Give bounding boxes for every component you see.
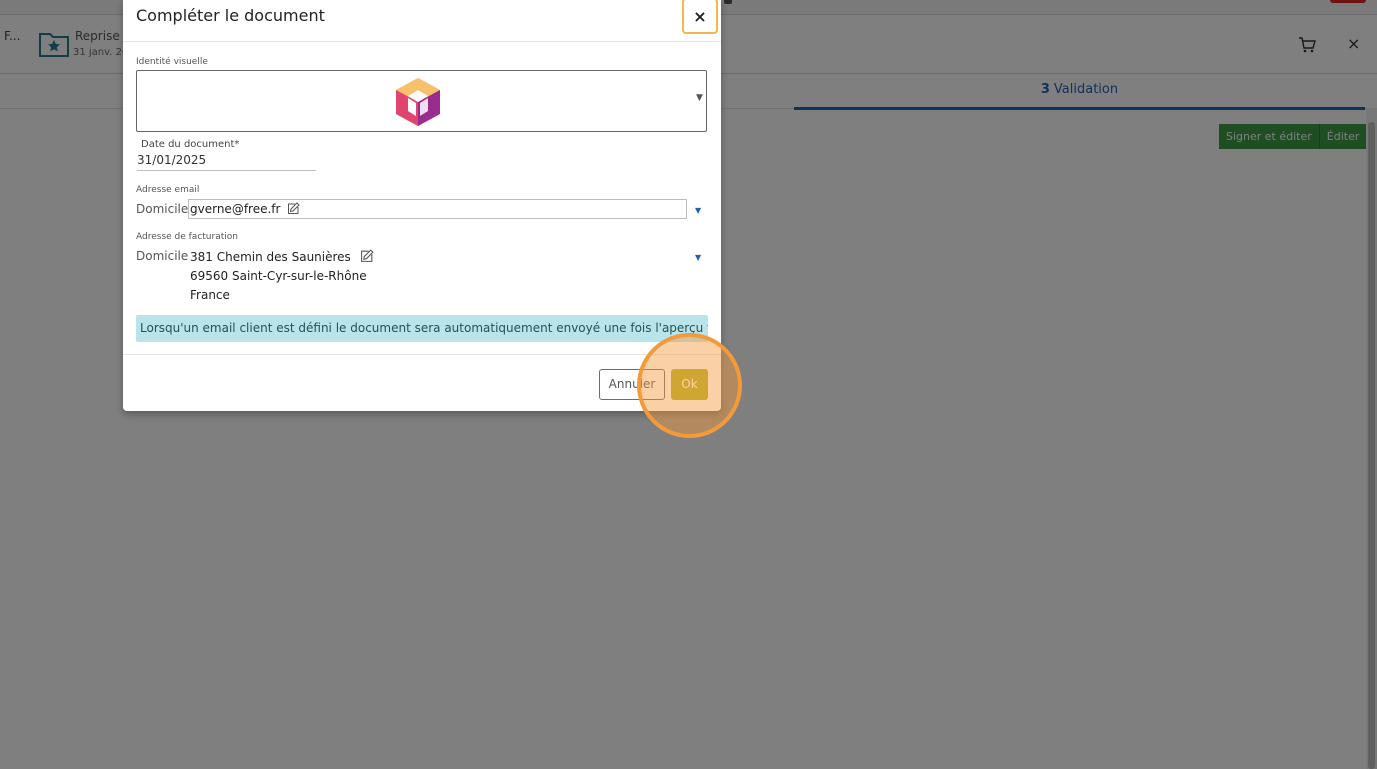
email-field[interactable]: gverne@free.fr bbox=[188, 199, 687, 219]
email-kind: Domicile bbox=[136, 202, 189, 216]
billing-kind: Domicile bbox=[136, 249, 189, 263]
document-date-label: Date du document* bbox=[141, 139, 240, 150]
modal-footer-divider bbox=[123, 354, 721, 355]
visual-identity-select[interactable]: ▼ bbox=[136, 70, 707, 132]
email-value: gverne@free.fr bbox=[190, 202, 281, 216]
edit-icon[interactable] bbox=[287, 202, 300, 215]
info-banner: Lorsqu'un email client est défini le doc… bbox=[136, 315, 708, 342]
email-label: Adresse email bbox=[136, 185, 200, 195]
billing-line-3: France bbox=[190, 288, 230, 302]
billing-address-label: Adresse de facturation bbox=[136, 232, 238, 242]
cancel-button[interactable]: Annuler bbox=[599, 369, 665, 400]
ok-button[interactable]: Ok bbox=[671, 369, 708, 400]
complete-document-modal: Compléter le document × Identité visuell… bbox=[123, 0, 721, 411]
document-date-field[interactable]: 31/01/2025 bbox=[137, 153, 316, 171]
billing-options-icon[interactable]: ▼ bbox=[695, 253, 701, 262]
modal-title: Compléter le document bbox=[136, 6, 325, 25]
modal-close-button[interactable]: × bbox=[682, 0, 718, 34]
cube-logo bbox=[396, 78, 440, 126]
visual-identity-label: Identité visuelle bbox=[136, 57, 208, 67]
modal-header: Compléter le document × bbox=[123, 0, 721, 42]
billing-line-2: 69560 Saint-Cyr-sur-le-Rhône bbox=[190, 269, 367, 283]
email-options-icon[interactable]: ▼ bbox=[695, 206, 701, 215]
edit-address-icon[interactable] bbox=[360, 249, 374, 263]
chevron-down-icon: ▼ bbox=[696, 93, 703, 103]
billing-line-1: 381 Chemin des Saunières bbox=[190, 250, 351, 264]
